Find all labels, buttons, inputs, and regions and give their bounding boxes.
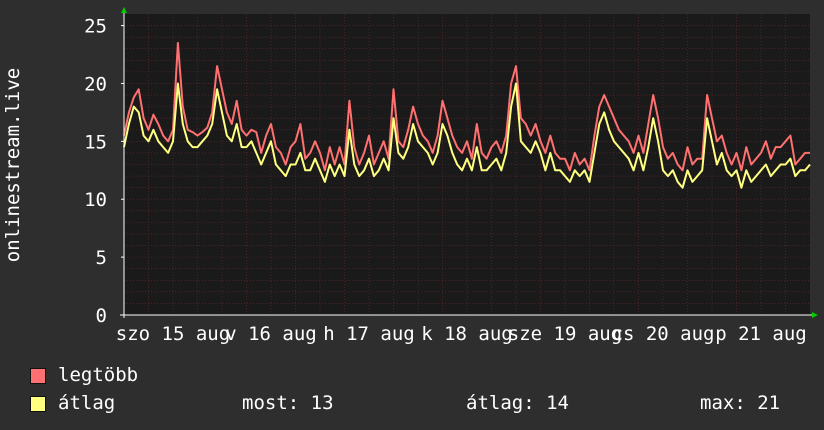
- x-axis-ticks: szo 15 augv 16 aug h 17 aug k 18 augsze 19…: [116, 323, 807, 345]
- x-tick-label: sze 19 aug: [508, 323, 622, 345]
- legend-swatch-avg: [30, 396, 46, 412]
- y-tick-label: 0: [96, 305, 107, 327]
- y-tick-label: 20: [84, 73, 107, 95]
- y-axis-arrow-icon: [121, 7, 127, 13]
- x-tick-label: k 18 aug: [421, 323, 513, 345]
- y-axis-ticks: 0 5 10 15 20 25: [84, 16, 124, 327]
- y-tick-label: 15: [84, 131, 107, 153]
- legend-label-avg: átlag: [58, 392, 116, 414]
- x-tick-label: h 17 aug: [323, 323, 415, 345]
- legend-swatch-max: [30, 368, 46, 384]
- x-tick-label: p 21 aug: [715, 323, 807, 345]
- stat-max: max: 21: [700, 392, 781, 414]
- stat-now: most: 13: [242, 392, 334, 414]
- y-axis-title: onlinestream.live: [2, 67, 24, 263]
- stat-average: átlag: 14: [466, 392, 569, 414]
- x-axis-arrow-icon: [812, 312, 818, 318]
- x-tick-label: v 16 aug: [225, 323, 317, 345]
- y-tick-label: 5: [96, 247, 107, 269]
- y-tick-label: 10: [84, 189, 107, 211]
- x-tick-label: szo 15 aug: [116, 323, 230, 345]
- y-tick-label: 25: [84, 16, 107, 38]
- x-tick-label: cs 20 aug: [612, 323, 715, 345]
- legend-label-max: legtöbb: [58, 364, 139, 386]
